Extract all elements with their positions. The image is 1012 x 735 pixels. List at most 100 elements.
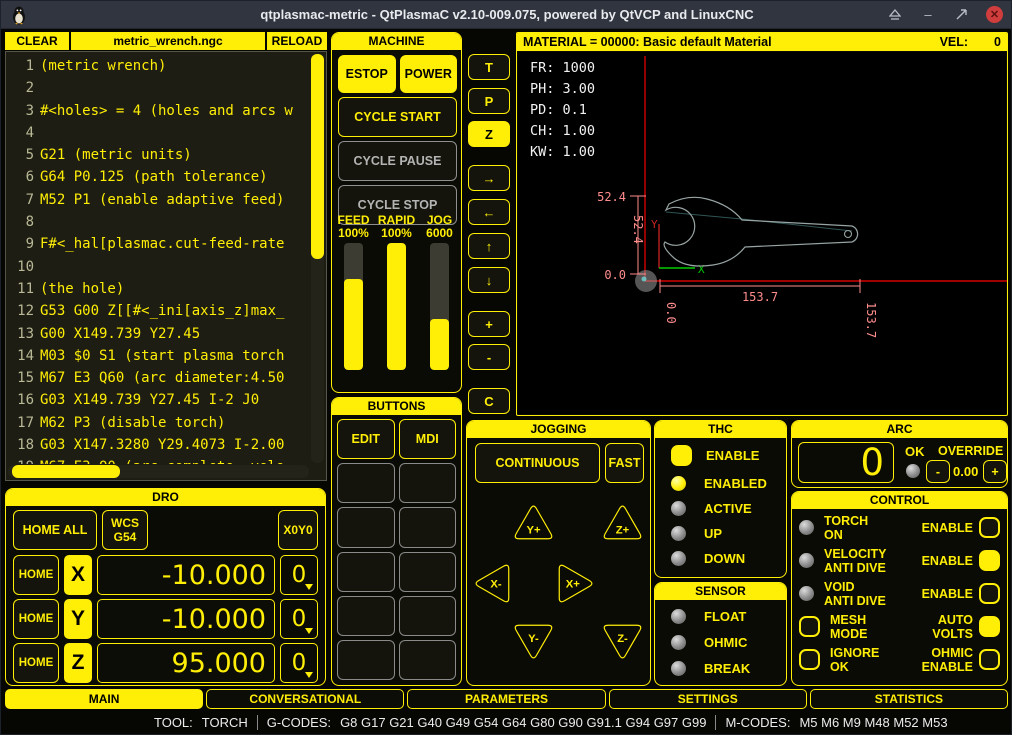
torch-on-led <box>799 520 814 535</box>
mesh-label-line2: MODE <box>830 627 868 641</box>
keep-above-icon[interactable] <box>887 7 903 23</box>
sensor-ohmic-label: OHMIC <box>704 635 747 650</box>
torch-enable-checkbox[interactable] <box>979 517 1000 538</box>
maximize-icon[interactable] <box>953 7 969 23</box>
user-button-empty[interactable] <box>337 596 395 636</box>
pan-down-button[interactable]: ↓ <box>468 267 510 293</box>
tab-settings[interactable]: SETTINGS <box>609 689 807 709</box>
scrollbar-thumb[interactable] <box>12 465 120 478</box>
jog-slider[interactable] <box>430 243 449 370</box>
user-button-empty[interactable] <box>399 552 457 592</box>
jog-z-plus-button[interactable]: Z+ <box>600 500 645 543</box>
user-button-empty[interactable] <box>399 507 457 547</box>
edit-button[interactable]: EDIT <box>337 419 395 459</box>
minimize-icon[interactable]: – <box>920 7 936 23</box>
status-bar: TOOL: TORCH G-CODES: G8 G17 G21 G40 G49 … <box>1 711 1012 733</box>
jog-fast-button[interactable]: FAST <box>605 443 644 483</box>
sensor-break-led <box>671 661 686 676</box>
zoom-in-button[interactable]: + <box>468 311 510 337</box>
estop-button[interactable]: ESTOP <box>338 55 396 93</box>
x0y0-button[interactable]: X0Y0 <box>278 510 318 550</box>
preview-z-view-button[interactable]: Z <box>468 121 510 147</box>
gcode-line: 19M67 E3 Q0 (arc complete, velo <box>10 456 308 464</box>
power-button[interactable]: POWER <box>400 55 458 93</box>
user-button-empty[interactable] <box>399 640 457 680</box>
auto-volts-checkbox[interactable] <box>979 616 1000 637</box>
reload-button[interactable]: RELOAD <box>267 32 327 50</box>
gcode-line-text: #<holes> = 4 (holes and arcs w <box>40 100 293 122</box>
jog-z-minus-button[interactable]: Z- <box>600 621 645 664</box>
tab-parameters[interactable]: PARAMETERS <box>407 689 605 709</box>
ignore-label-line1: IGNORE <box>830 646 879 660</box>
feed-slider[interactable] <box>344 243 363 370</box>
close-icon[interactable]: ✕ <box>986 6 1003 23</box>
dro-z-offset-dropdown[interactable]: 0 <box>280 643 318 683</box>
user-button-empty[interactable] <box>337 507 395 547</box>
gcode-horizontal-scrollbar[interactable] <box>8 465 309 478</box>
user-button-empty[interactable] <box>399 596 457 636</box>
arc-panel-header: ARC <box>792 421 1007 438</box>
velocity-enable-checkbox[interactable] <box>979 550 1000 571</box>
preview-top-view-button[interactable]: T <box>468 54 510 80</box>
rapid-slider[interactable] <box>387 243 406 370</box>
ignore-ok-checkbox[interactable] <box>799 649 820 670</box>
cycle-start-button[interactable]: CYCLE START <box>338 97 457 137</box>
zoom-out-button[interactable]: - <box>468 344 510 370</box>
home-z-button[interactable]: HOME <box>13 643 59 683</box>
mesh-mode-checkbox[interactable] <box>799 616 820 637</box>
void-anti-dive-row: VOIDANTI DIVE ENABLE <box>792 577 1007 610</box>
sensor-ohmic-led <box>671 635 686 650</box>
gcode-viewer[interactable]: 1(metric wrench)23#<holes> = 4 (holes an… <box>5 51 327 481</box>
wrench-toolpath <box>664 197 858 266</box>
preview-plot[interactable]: 52.4 52.4 0.0 153.7 0.0 153.7 Y X <box>518 52 1006 414</box>
jog-x-plus-button[interactable]: X+ <box>555 561 598 606</box>
arc-override-plus-button[interactable]: + <box>983 460 1007 483</box>
arc-override-label: OVERRIDE <box>938 444 1003 458</box>
user-button-empty[interactable] <box>337 640 395 680</box>
tab-main[interactable]: MAIN <box>5 689 203 709</box>
arc-override-minus-button[interactable]: - <box>926 460 950 483</box>
thc-panel-header: THC <box>655 421 786 438</box>
void-enable-checkbox[interactable] <box>979 583 1000 604</box>
gcode-line-number: 2 <box>10 77 34 99</box>
gcode-line: 17M62 P3 (disable torch) <box>10 412 308 434</box>
title-bar[interactable]: qtplasmac-metric - QtPlasmaC v2.10-009.0… <box>1 1 1012 29</box>
dro-y-offset-dropdown[interactable]: 0 <box>280 599 318 639</box>
tab-statistics[interactable]: STATISTICS <box>810 689 1008 709</box>
gcode-line-text: M67 E3 Q60 (arc diameter:4.50 <box>40 367 284 389</box>
dim-x-min-rotated: 0.0 <box>664 302 678 324</box>
user-button-empty[interactable] <box>337 552 395 592</box>
home-y-button[interactable]: HOME <box>13 599 59 639</box>
material-selector[interactable]: MATERIAL = 00000: Basic default Material <box>523 35 772 49</box>
jog-x-minus-button[interactable]: X- <box>470 561 513 606</box>
home-all-button[interactable]: HOME ALL <box>13 510 97 550</box>
dim-y-max-rotated: 52.4 <box>631 215 645 244</box>
jog-continuous-button[interactable]: CONTINUOUS <box>475 443 600 483</box>
wcs-label-line1: WCS <box>111 516 139 530</box>
cycle-pause-button[interactable]: CYCLE PAUSE <box>338 141 457 181</box>
dim-y-max: 52.4 <box>597 190 626 204</box>
clear-button[interactable]: CLEAR <box>5 32 69 50</box>
home-x-button[interactable]: HOME <box>13 555 59 595</box>
pan-left-button[interactable]: ← <box>468 199 510 225</box>
jog-y-minus-button[interactable]: Y- <box>511 621 556 664</box>
user-button-empty[interactable] <box>399 463 457 503</box>
gcode-vertical-scrollbar[interactable] <box>311 54 324 463</box>
jog-y-plus-button[interactable]: Y+ <box>511 500 556 543</box>
cut-param-feed-rate: FR: 1000 <box>530 60 595 76</box>
status-separator <box>257 715 258 730</box>
dro-x-offset-dropdown[interactable]: 0 <box>280 555 318 595</box>
user-button-empty[interactable] <box>337 463 395 503</box>
wcs-button[interactable]: WCS G54 <box>102 510 148 550</box>
tab-conversational[interactable]: CONVERSATIONAL <box>206 689 404 709</box>
clear-plot-button[interactable]: C <box>468 388 510 414</box>
preview-perspective-button[interactable]: P <box>468 88 510 114</box>
status-separator <box>715 715 716 730</box>
pan-right-button[interactable]: → <box>468 165 510 191</box>
scrollbar-thumb[interactable] <box>311 54 324 259</box>
dro-panel-header: DRO <box>6 489 325 506</box>
mdi-button[interactable]: MDI <box>399 419 457 459</box>
pan-up-button[interactable]: ↑ <box>468 233 510 259</box>
thc-enable-checkbox[interactable] <box>671 445 692 466</box>
ohmic-enable-checkbox[interactable] <box>979 649 1000 670</box>
